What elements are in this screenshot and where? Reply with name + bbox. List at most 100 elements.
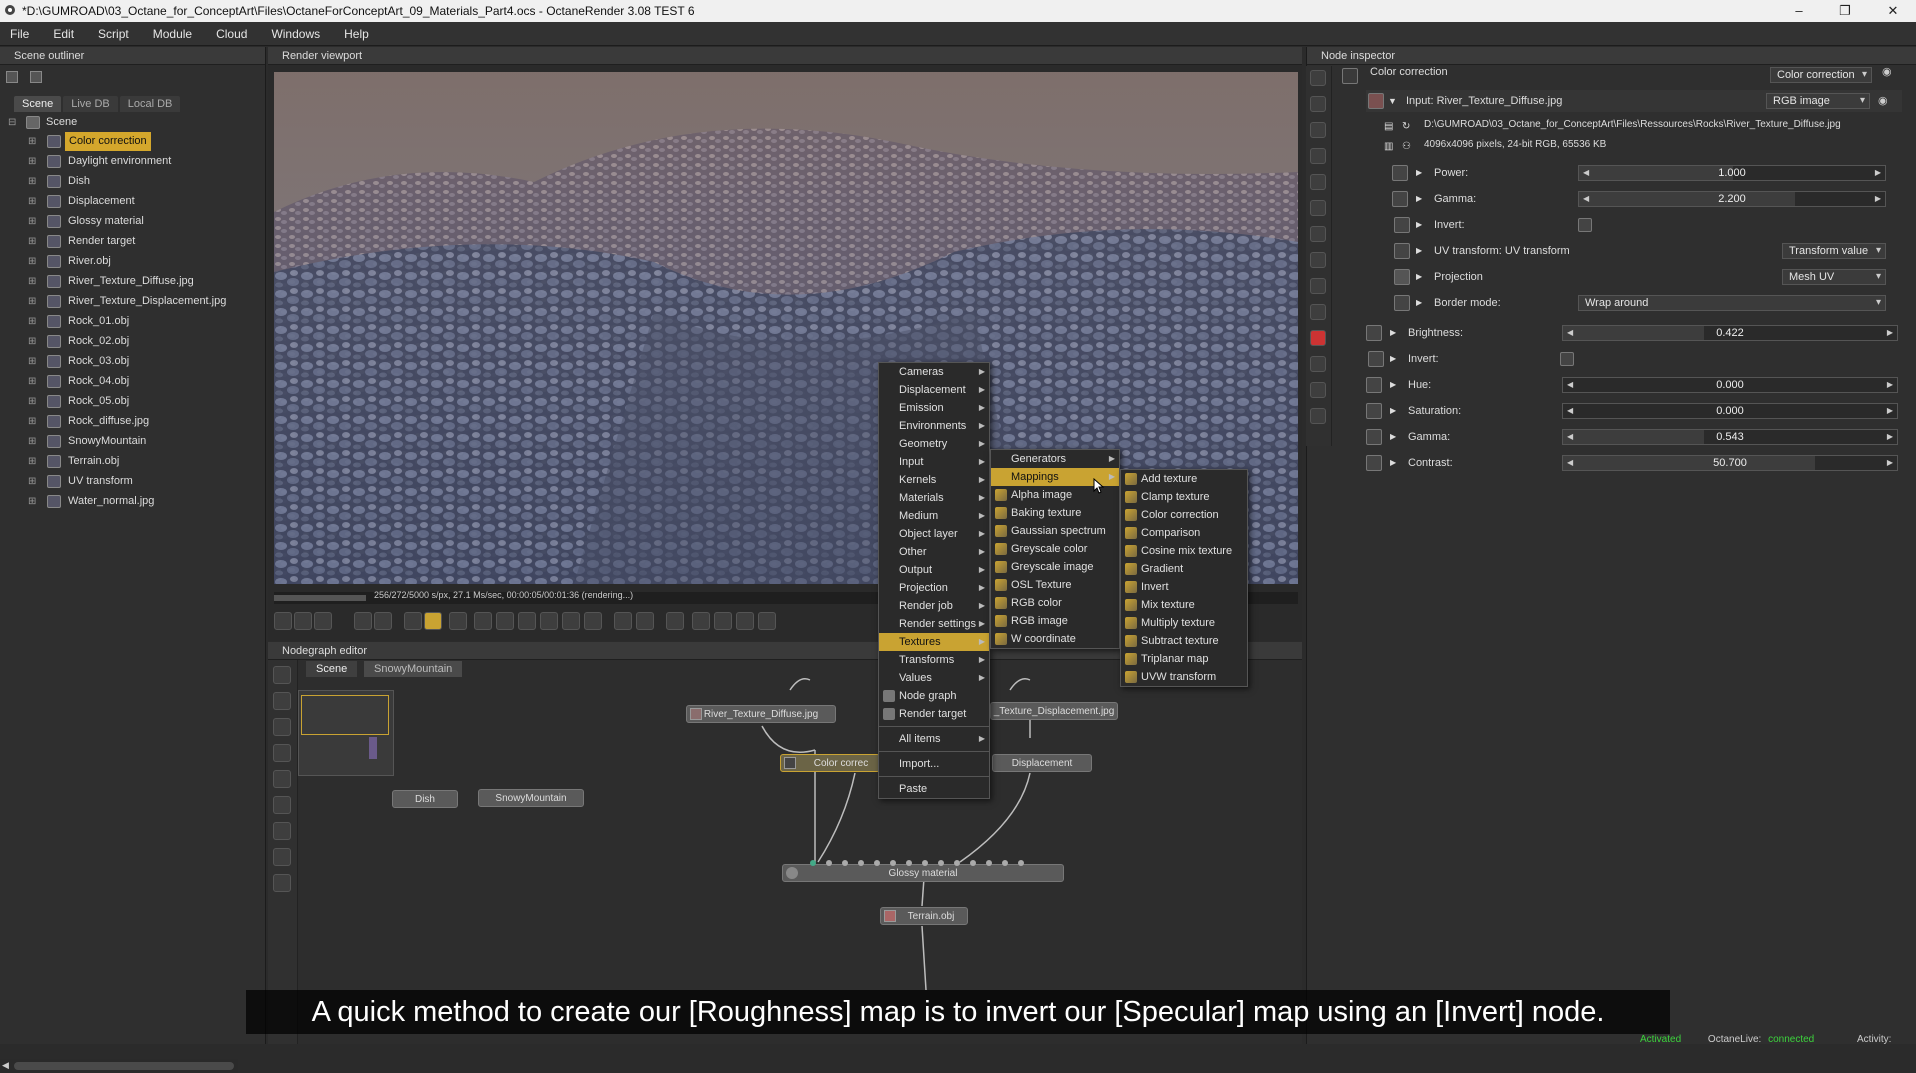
expand-arrow-icon[interactable]: ▶: [1390, 426, 1396, 448]
outliner-options-icon[interactable]: [6, 71, 18, 83]
menu-item-emission[interactable]: Emission ▶: [879, 399, 989, 417]
scrollbar-thumb[interactable]: [14, 1062, 234, 1070]
input-pin[interactable]: [826, 860, 832, 866]
menu-item-render-job[interactable]: Render job ▶: [879, 597, 989, 615]
environment-icon[interactable]: [273, 822, 291, 840]
tree-item-rock-diffuse-jpg[interactable]: ⊞ Rock_diffuse.jpg: [0, 412, 266, 431]
menu-item-other[interactable]: Other ▶: [879, 543, 989, 561]
slider-right-arrow-icon[interactable]: ▶: [1875, 192, 1881, 206]
menu-item-greyscale-image[interactable]: Greyscale image: [991, 558, 1119, 576]
node-dish[interactable]: Dish: [392, 790, 458, 808]
menu-module[interactable]: Module: [153, 22, 192, 46]
tree-item-rock-04-obj[interactable]: ⊞ Rock_04.obj: [0, 372, 266, 391]
menu-item-materials[interactable]: Materials ▶: [879, 489, 989, 507]
input-pin[interactable]: [1018, 860, 1024, 866]
lock-icon[interactable]: [636, 612, 654, 630]
menu-item-kernels[interactable]: Kernels ▶: [879, 471, 989, 489]
param-gamma-slider[interactable]: ◀ 0.543 ▶: [1562, 429, 1898, 445]
node-snowymountain[interactable]: SnowyMountain: [478, 789, 584, 807]
menu-file[interactable]: File: [10, 22, 29, 46]
expand-arrow-icon[interactable]: ▶: [1390, 400, 1396, 422]
menu-item-clamp-texture[interactable]: Clamp texture: [1121, 488, 1247, 506]
projection-dropdown[interactable]: Mesh UV: [1782, 269, 1886, 285]
menu-item-gaussian-spectrum[interactable]: Gaussian spectrum: [991, 522, 1119, 540]
menu-item-render-settings[interactable]: Render settings ▶: [879, 615, 989, 633]
menu-item-environments[interactable]: Environments ▶: [879, 417, 989, 435]
outliner-menu-icon[interactable]: [30, 71, 42, 83]
af-icon[interactable]: [474, 612, 492, 630]
image-icon[interactable]: [1310, 382, 1326, 398]
tab-scene[interactable]: Scene: [14, 96, 62, 112]
tree-item-rock-05-obj[interactable]: ⊞ Rock_05.obj: [0, 392, 266, 411]
node-river-texture-diffuse[interactable]: River_Texture_Diffuse.jpg: [686, 705, 836, 723]
menu-item-invert[interactable]: Invert: [1121, 578, 1247, 596]
tree-item-render-target[interactable]: ⊞ Render target: [0, 232, 266, 251]
add-node-icon[interactable]: [273, 666, 291, 684]
nodegraph-minimap[interactable]: [298, 690, 394, 776]
table-icon[interactable]: [273, 874, 291, 892]
expand-arrow-icon[interactable]: ▶: [1416, 162, 1422, 184]
menu-item-rgb-image[interactable]: RGB image: [991, 612, 1119, 630]
collapse-icon[interactable]: ⊟: [8, 113, 16, 132]
menu-item-baking-texture[interactable]: Baking texture: [991, 504, 1119, 522]
input-pin[interactable]: [906, 860, 912, 866]
render-icon[interactable]: [273, 848, 291, 866]
geometry-icon[interactable]: [273, 796, 291, 814]
menu-item-displacement[interactable]: Displacement ▶: [879, 381, 989, 399]
expand-icon[interactable]: ⊞: [28, 272, 36, 291]
texture-icon[interactable]: [273, 744, 291, 762]
tab-ng-snowymountain[interactable]: SnowyMountain: [364, 661, 463, 677]
stop-icon[interactable]: [354, 612, 372, 630]
expand-arrow-icon[interactable]: ▶: [1390, 322, 1396, 344]
param-power-sub-slider[interactable]: ◀ 1.000 ▶: [1578, 165, 1886, 181]
menu-item-cosine-mix-texture[interactable]: Cosine mix texture: [1121, 542, 1247, 560]
save-icon[interactable]: [736, 612, 754, 630]
expand-icon[interactable]: ⊞: [28, 232, 36, 251]
param-gamma-sub-slider[interactable]: ◀ 2.200 ▶: [1578, 191, 1886, 207]
menu-item-node-graph[interactable]: Node graph: [879, 687, 989, 705]
expand-icon[interactable]: ⊞: [28, 372, 36, 391]
pause-icon[interactable]: [404, 612, 422, 630]
node-color-correction[interactable]: Color correc: [780, 754, 880, 772]
expand-arrow-icon[interactable]: ▶: [1416, 240, 1422, 262]
slider-right-arrow-icon[interactable]: ▶: [1887, 430, 1893, 444]
settings-icon[interactable]: [666, 612, 684, 630]
uv-transform-dropdown[interactable]: Transform value: [1782, 243, 1886, 259]
expand-arrow-icon[interactable]: ▶: [1416, 214, 1422, 236]
clock-icon[interactable]: [1310, 278, 1326, 294]
input-pin[interactable]: [842, 860, 848, 866]
tab-local-db[interactable]: Local DB: [119, 96, 181, 112]
menu-item-color-correction[interactable]: Color correction: [1121, 506, 1247, 524]
maximize-button[interactable]: ❐: [1822, 0, 1868, 22]
node-terrain-obj[interactable]: Terrain.obj: [880, 907, 968, 925]
expand-arrow-icon[interactable]: ▼: [1388, 90, 1397, 112]
export-icon[interactable]: [714, 612, 732, 630]
texture-icon[interactable]: [1310, 226, 1326, 242]
pick-icon[interactable]: [294, 612, 312, 630]
menu-help[interactable]: Help: [344, 22, 369, 46]
expand-icon[interactable]: ⊞: [28, 212, 36, 231]
input-texture-row[interactable]: ▼ Input: River_Texture_Diffuse.jpg RGB i…: [1366, 90, 1902, 112]
input-type-dropdown[interactable]: RGB image: [1766, 93, 1870, 109]
copy-icon[interactable]: [692, 612, 710, 630]
layers-icon[interactable]: [1310, 356, 1326, 372]
node-type-dropdown[interactable]: Color correction: [1770, 67, 1872, 83]
material-picker-icon[interactable]: [496, 612, 514, 630]
menu-item-w-coordinate[interactable]: W coordinate: [991, 630, 1119, 648]
param-hue-slider[interactable]: ◀ 0.000 ▶: [1562, 377, 1898, 393]
link-icon[interactable]: ⚇: [1402, 136, 1411, 158]
expand-icon[interactable]: ⊞: [28, 312, 36, 331]
menu-item-multiply-texture[interactable]: Multiply texture: [1121, 614, 1247, 632]
expand-icon[interactable]: ⊞: [28, 332, 36, 351]
param-saturation-slider[interactable]: ◀ 0.000 ▶: [1562, 403, 1898, 419]
menu-item-textures[interactable]: Textures ▶: [879, 633, 989, 651]
kernel-icon[interactable]: [1310, 252, 1326, 268]
expand-arrow-icon[interactable]: ▶: [1390, 348, 1396, 370]
camera-icon[interactable]: [274, 612, 292, 630]
menu-script[interactable]: Script: [98, 22, 129, 46]
border-mode-dropdown[interactable]: Wrap around: [1578, 295, 1886, 311]
minimize-button[interactable]: –: [1776, 0, 1822, 22]
environment-icon[interactable]: [1310, 174, 1326, 190]
tree-item-snowymountain[interactable]: ⊞ SnowyMountain: [0, 432, 266, 451]
eye-icon-2[interactable]: ◉: [1878, 90, 1888, 112]
